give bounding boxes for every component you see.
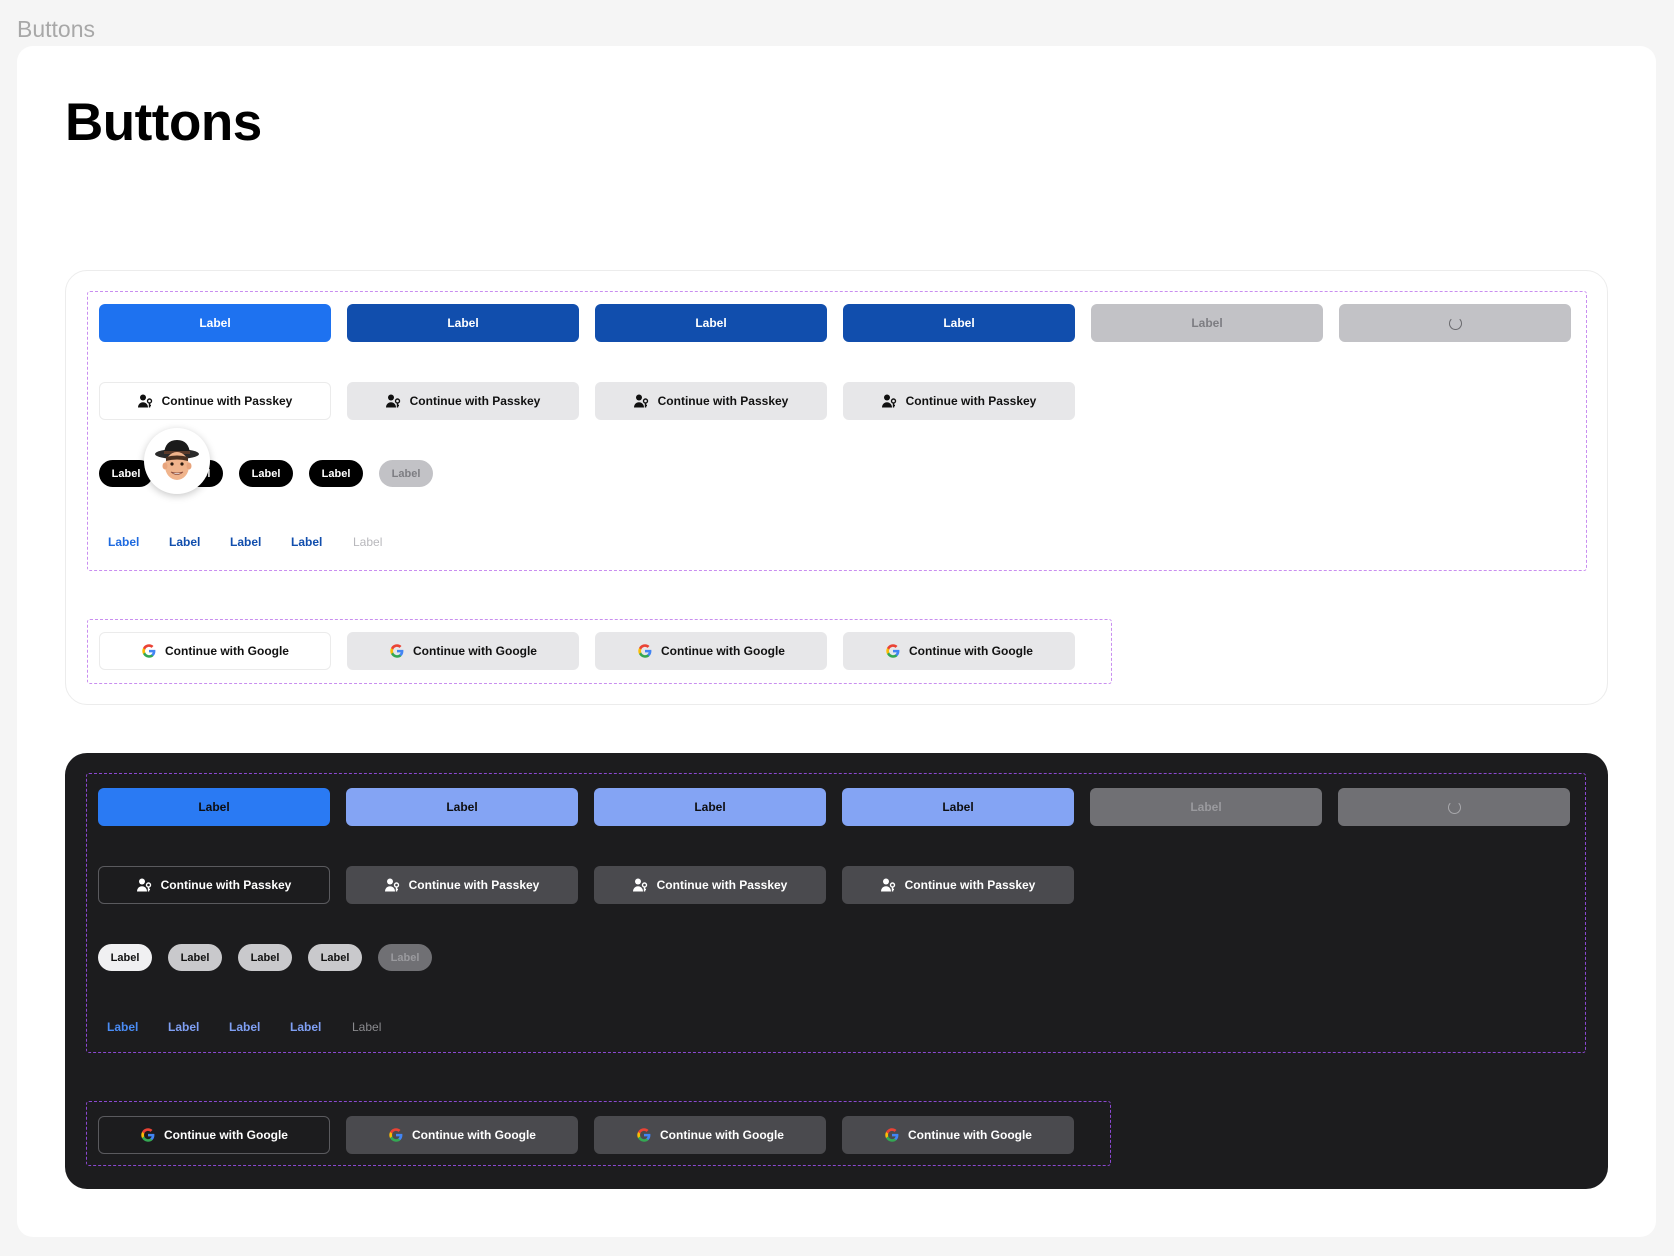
link-button-pressed[interactable]: Label <box>229 1018 260 1036</box>
google-g-icon <box>637 643 653 659</box>
passkey-button-default[interactable]: Continue with Passkey <box>99 382 331 420</box>
primary-button-loading <box>1339 304 1571 342</box>
passkey-button-label: Continue with Passkey <box>409 394 541 408</box>
google-button-focused[interactable]: Continue with Google <box>842 1116 1074 1154</box>
google-g-icon <box>885 643 901 659</box>
person-key-icon <box>634 393 650 409</box>
pill-button-pressed[interactable]: Label <box>238 944 292 971</box>
passkey-button-label: Continue with Passkey <box>656 878 788 892</box>
pill-button-hover[interactable]: Label <box>168 944 222 971</box>
person-key-icon <box>137 877 153 893</box>
passkey-button-default[interactable]: Continue with Passkey <box>98 866 330 904</box>
link-button-focused[interactable]: Label <box>291 533 322 551</box>
google-g-icon <box>141 643 157 659</box>
avatar-face-icon <box>155 440 199 480</box>
person-key-icon <box>386 393 402 409</box>
google-button-label: Continue with Google <box>908 1128 1032 1142</box>
primary-button-default[interactable]: Label <box>98 788 330 826</box>
passkey-button-label: Continue with Passkey <box>160 878 292 892</box>
google-button-label: Continue with Google <box>412 1128 536 1142</box>
link-button-disabled: Label <box>353 535 383 549</box>
google-g-icon <box>388 1127 404 1143</box>
primary-button-pressed[interactable]: Label <box>594 788 826 826</box>
primary-button-default[interactable]: Label <box>99 304 331 342</box>
link-button-pressed[interactable]: Label <box>230 533 261 551</box>
google-button-default[interactable]: Continue with Google <box>99 632 331 670</box>
google-button-label: Continue with Google <box>660 1128 784 1142</box>
link-button-default[interactable]: Label <box>108 533 139 551</box>
google-button-pressed[interactable]: Continue with Google <box>595 632 827 670</box>
pill-button-disabled: Label <box>378 944 432 971</box>
pill-button-default[interactable]: Label <box>98 944 152 971</box>
primary-button-focused[interactable]: Label <box>842 788 1074 826</box>
link-button-default[interactable]: Label <box>107 1018 138 1036</box>
passkey-button-label: Continue with Passkey <box>161 394 293 408</box>
link-button-hover[interactable]: Label <box>169 533 200 551</box>
google-button-hover[interactable]: Continue with Google <box>347 632 579 670</box>
google-button-label: Continue with Google <box>661 644 785 658</box>
google-button-focused[interactable]: Continue with Google <box>843 632 1075 670</box>
link-button-disabled: Label <box>352 1020 382 1034</box>
primary-button-focused[interactable]: Label <box>843 304 1075 342</box>
passkey-button-hover[interactable]: Continue with Passkey <box>347 382 579 420</box>
light-theme-panel: Label Label Label Label Label Continue w… <box>65 270 1608 705</box>
passkey-button-pressed[interactable]: Continue with Passkey <box>594 866 826 904</box>
pill-button-pressed[interactable]: Label <box>239 460 293 487</box>
primary-button-hover[interactable]: Label <box>347 304 579 342</box>
pill-button-focused[interactable]: Label <box>309 460 363 487</box>
google-button-label: Continue with Google <box>909 644 1033 658</box>
google-button-label: Continue with Google <box>413 644 537 658</box>
passkey-button-label: Continue with Passkey <box>408 878 540 892</box>
person-key-icon <box>633 877 649 893</box>
person-key-icon <box>385 877 401 893</box>
google-button-hover[interactable]: Continue with Google <box>346 1116 578 1154</box>
google-button-label: Continue with Google <box>165 644 289 658</box>
person-key-icon <box>882 393 898 409</box>
passkey-button-focused[interactable]: Continue with Passkey <box>843 382 1075 420</box>
primary-button-disabled: Label <box>1091 304 1323 342</box>
primary-button-loading <box>1338 788 1570 826</box>
google-button-label: Continue with Google <box>164 1128 288 1142</box>
dark-theme-panel: Label Label Label Label Label Continue w… <box>65 753 1608 1189</box>
spinner-icon <box>1447 800 1461 814</box>
primary-button-hover[interactable]: Label <box>346 788 578 826</box>
pill-button-disabled: Label <box>379 460 433 487</box>
spinner-icon <box>1448 316 1462 330</box>
primary-button-pressed[interactable]: Label <box>595 304 827 342</box>
passkey-button-focused[interactable]: Continue with Passkey <box>842 866 1074 904</box>
passkey-button-label: Continue with Passkey <box>905 394 1037 408</box>
passkey-button-pressed[interactable]: Continue with Passkey <box>595 382 827 420</box>
link-button-focused[interactable]: Label <box>290 1018 321 1036</box>
frame-label: Buttons <box>17 16 95 42</box>
google-g-icon <box>884 1127 900 1143</box>
google-button-pressed[interactable]: Continue with Google <box>594 1116 826 1154</box>
google-g-icon <box>636 1127 652 1143</box>
pill-button-focused[interactable]: Label <box>308 944 362 971</box>
person-key-icon <box>881 877 897 893</box>
passkey-button-hover[interactable]: Continue with Passkey <box>346 866 578 904</box>
google-button-default[interactable]: Continue with Google <box>98 1116 330 1154</box>
passkey-button-label: Continue with Passkey <box>657 394 789 408</box>
memoji-avatar <box>144 428 210 494</box>
page-title: Buttons <box>65 93 262 152</box>
passkey-button-label: Continue with Passkey <box>904 878 1036 892</box>
google-g-icon <box>389 643 405 659</box>
primary-button-disabled: Label <box>1090 788 1322 826</box>
google-g-icon <box>140 1127 156 1143</box>
person-key-icon <box>138 393 154 409</box>
link-button-hover[interactable]: Label <box>168 1018 199 1036</box>
